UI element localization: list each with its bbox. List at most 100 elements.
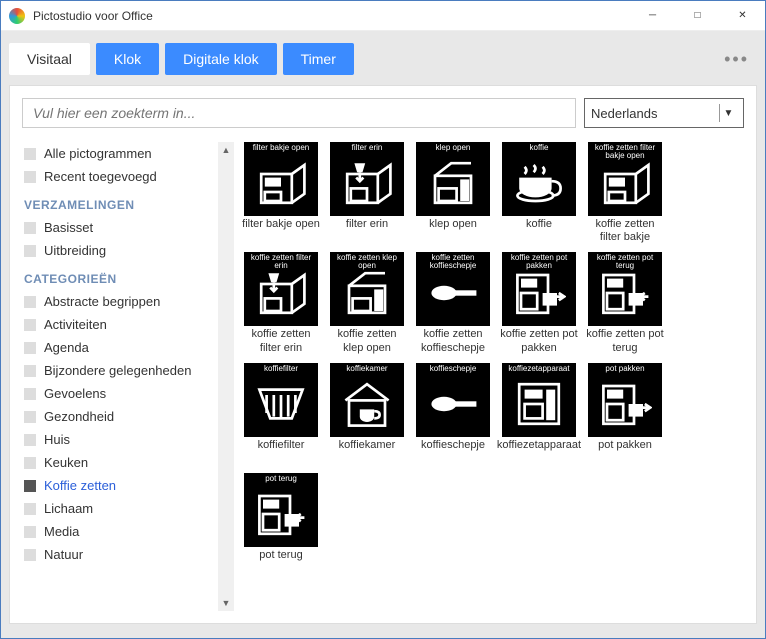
checkbox-icon: [24, 434, 36, 446]
pictogram-item[interactable]: koffie zetten pot terug koffie zetten pot…: [586, 252, 664, 354]
sidebar-item-label: Huis: [44, 432, 70, 447]
pictogram-item[interactable]: pot pakken pot pakken: [586, 363, 664, 465]
pictogram-image: pot pakken: [588, 363, 662, 437]
pictogram-label: klep open: [429, 218, 477, 244]
maximize-button[interactable]: □: [675, 1, 720, 31]
pictogram-caption: koffie: [502, 144, 576, 152]
sidebar-category-agenda[interactable]: Agenda: [22, 336, 214, 359]
pictogram-item[interactable]: koffiefilterkoffiefilter: [242, 363, 320, 465]
pictogram-item[interactable]: klep open klep open: [414, 142, 492, 244]
sidebar-top-recent-toegevoegd[interactable]: Recent toegevoegd: [22, 165, 214, 188]
sidebar: Alle pictogrammen Recent toegevoegd VERZAM…: [22, 142, 234, 611]
pictogram-item[interactable]: koffie zetten koffieschepje koffie zetten…: [414, 252, 492, 354]
sidebar-item-label: Keuken: [44, 455, 88, 470]
sidebar-collection-uitbreiding[interactable]: Uitbreiding: [22, 239, 214, 262]
sidebar-category-activiteiten[interactable]: Activiteiten: [22, 313, 214, 336]
pictogram-image: koffie zetten klep open: [330, 252, 404, 326]
pictogram-label: koffie zetten pot terug: [586, 328, 664, 354]
more-menu-icon[interactable]: •••: [724, 49, 749, 70]
pictogram-caption: koffie zetten pot terug: [588, 254, 662, 270]
tab-klok[interactable]: Klok: [96, 43, 159, 75]
checkbox-icon: [24, 222, 36, 234]
sidebar-category-bijzondere-gelegenheden[interactable]: Bijzondere gelegenheden: [22, 359, 214, 382]
sidebar-item-label: Bijzondere gelegenheden: [44, 363, 191, 378]
chevron-down-icon: ▼: [719, 104, 737, 122]
pictogram-item[interactable]: koffiezetapparaatkoffiezetapparaat: [500, 363, 578, 465]
pictogram-label: pot pakken: [598, 439, 652, 465]
pictogram-label: koffie zetten koffieschepje: [414, 328, 492, 354]
pictogram-caption: koffieschepje: [416, 365, 490, 373]
pictogram-caption: pot pakken: [588, 365, 662, 373]
pictogram-image: koffiekamer: [330, 363, 404, 437]
pictogram-image: filter erin: [330, 142, 404, 216]
pictogram-image: koffie zetten filter bakje open: [588, 142, 662, 216]
sidebar-item-label: Recent toegevoegd: [44, 169, 157, 184]
sidebar-collection-basisset[interactable]: Basisset: [22, 216, 214, 239]
pictogram-caption: koffiezetapparaat: [502, 365, 576, 373]
pictogram-item[interactable]: filter erin filter erin: [328, 142, 406, 244]
sidebar-top-alle-pictogrammen[interactable]: Alle pictogrammen: [22, 142, 214, 165]
sidebar-header-categories: CATEGORIEËN: [22, 262, 214, 290]
sidebar-item-label: Alle pictogrammen: [44, 146, 152, 161]
tab-timer[interactable]: Timer: [283, 43, 354, 75]
close-button[interactable]: ✕: [720, 1, 765, 31]
pictogram-item[interactable]: koffiekamerkoffiekamer: [328, 363, 406, 465]
language-select[interactable]: Nederlands ▼: [584, 98, 744, 128]
checkbox-icon: [24, 342, 36, 354]
pictogram-item[interactable]: koffieschepje koffieschepje: [414, 363, 492, 465]
window-title: Pictostudio voor Office: [33, 9, 630, 23]
checkbox-icon: [24, 411, 36, 423]
pictogram-image: koffie zetten pot terug: [588, 252, 662, 326]
sidebar-item-label: Uitbreiding: [44, 243, 106, 258]
pictogram-image: koffiezetapparaat: [502, 363, 576, 437]
sidebar-item-label: Gezondheid: [44, 409, 114, 424]
sidebar-item-label: Lichaam: [44, 501, 93, 516]
minimize-button[interactable]: ─: [630, 1, 675, 31]
pictogram-label: koffieschepje: [421, 439, 485, 465]
pictogram-item[interactable]: koffie zetten pot pakkenkoffie zetten po…: [500, 252, 578, 354]
scroll-up-icon[interactable]: ▲: [218, 142, 234, 158]
scroll-down-icon[interactable]: ▼: [218, 595, 234, 611]
pictogram-item[interactable]: pot terugpot terug: [242, 473, 320, 575]
pictogram-label: pot terug: [259, 549, 302, 575]
sidebar-category-huis[interactable]: Huis: [22, 428, 214, 451]
sidebar-category-koffie-zetten[interactable]: Koffie zetten: [22, 474, 214, 497]
sidebar-item-label: Basisset: [44, 220, 93, 235]
pictogram-item[interactable]: koffie zetten klep openkoffie zetten kle…: [328, 252, 406, 354]
sidebar-category-lichaam[interactable]: Lichaam: [22, 497, 214, 520]
content-area: VisitaalKlokDigitale klokTimer ••• Neder…: [1, 31, 765, 638]
checkbox-icon: [24, 365, 36, 377]
sidebar-category-gevoelens[interactable]: Gevoelens: [22, 382, 214, 405]
checkbox-icon: [24, 148, 36, 160]
pictogram-label: koffie: [526, 218, 552, 244]
tab-row: VisitaalKlokDigitale klokTimer •••: [9, 43, 757, 75]
pictogram-grid: filter bakje openfilter bakje openfilter…: [238, 142, 744, 611]
pictogram-item[interactable]: koffie zetten filter bakje openkoffie ze…: [586, 142, 664, 244]
pictogram-item[interactable]: koffie zetten filter erinkoffie zetten f…: [242, 252, 320, 354]
sidebar-item-label: Abstracte begrippen: [44, 294, 160, 309]
search-input[interactable]: [22, 98, 576, 128]
pictogram-caption: koffie zetten koffieschepje: [416, 254, 490, 270]
search-row: Nederlands ▼: [22, 98, 744, 128]
tab-visitaal[interactable]: Visitaal: [9, 43, 90, 75]
sidebar-category-media[interactable]: Media: [22, 520, 214, 543]
sidebar-header-collections: VERZAMELINGEN: [22, 188, 214, 216]
checkbox-icon: [24, 503, 36, 515]
app-icon: [9, 8, 25, 24]
sidebar-category-abstracte-begrippen[interactable]: Abstracte begrippen: [22, 290, 214, 313]
pictogram-caption: koffiefilter: [244, 365, 318, 373]
sidebar-category-natuur[interactable]: Natuur: [22, 543, 214, 566]
pictogram-label: filter erin: [346, 218, 388, 244]
pictogram-caption: filter erin: [330, 144, 404, 152]
sidebar-scrollbar[interactable]: ▲ ▼: [218, 142, 234, 611]
pictogram-label: filter bakje open: [242, 218, 320, 244]
pictogram-label: koffie zetten klep open: [328, 328, 406, 354]
pictogram-item[interactable]: koffie koffie: [500, 142, 578, 244]
sidebar-category-keuken[interactable]: Keuken: [22, 451, 214, 474]
pictogram-item[interactable]: filter bakje openfilter bakje open: [242, 142, 320, 244]
tab-digitale-klok[interactable]: Digitale klok: [165, 43, 276, 75]
checkbox-icon: [24, 296, 36, 308]
pictogram-caption: klep open: [416, 144, 490, 152]
pictogram-image: koffie zetten koffieschepje: [416, 252, 490, 326]
sidebar-category-gezondheid[interactable]: Gezondheid: [22, 405, 214, 428]
